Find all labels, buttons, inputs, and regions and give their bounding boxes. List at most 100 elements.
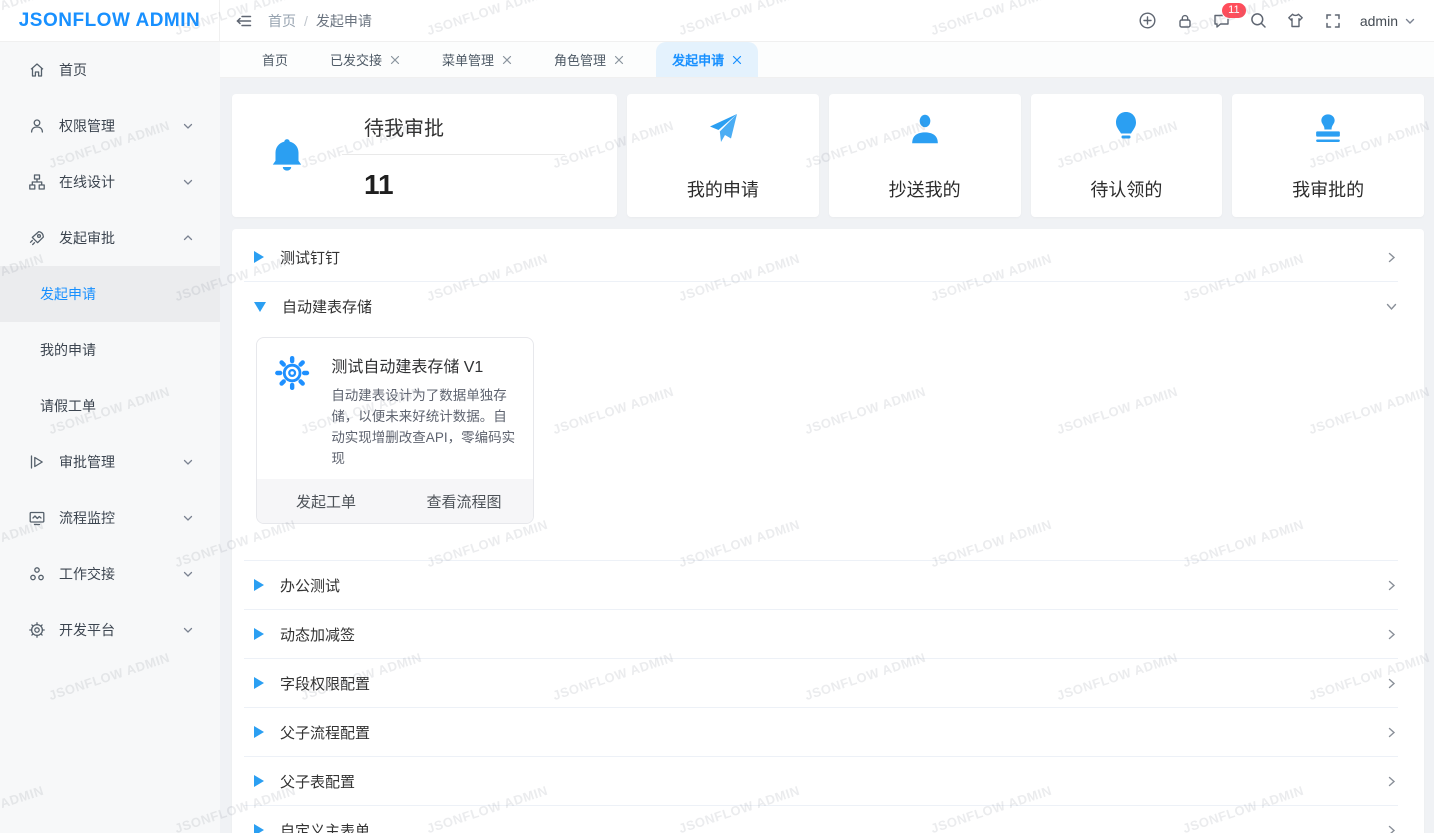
person-icon bbox=[906, 111, 944, 149]
accordion-expanded-content: 测试自动建表存储 V1 自动建表设计为了数据单独存储，以便未来好统计数据。自动实… bbox=[244, 331, 1398, 561]
process-title: 测试自动建表存储 V1 bbox=[331, 353, 519, 377]
accordion-row-label: 动态加减签 bbox=[280, 624, 1385, 645]
view-flowchart-button[interactable]: 查看流程图 bbox=[395, 479, 533, 523]
process-card-footer: 发起工单 查看流程图 bbox=[257, 479, 533, 523]
triangle-right-icon bbox=[254, 579, 264, 591]
chevron-down-icon bbox=[182, 176, 194, 188]
approval-icon bbox=[28, 453, 46, 471]
accordion-row-field-permission[interactable]: 字段权限配置 bbox=[244, 659, 1398, 708]
gear-icon bbox=[28, 621, 46, 639]
sidebar-item-dev-platform[interactable]: 开发平台 bbox=[0, 602, 220, 658]
breadcrumb-home[interactable]: 首页 bbox=[268, 11, 296, 31]
sidebar-subitem-leave-ticket[interactable]: 请假工单 bbox=[0, 378, 220, 434]
sidebar-subitem-initiate-request[interactable]: 发起申请 bbox=[0, 266, 220, 322]
process-description: 自动建表设计为了数据单独存储，以便未来好统计数据。自动实现增删改查API，零编码… bbox=[331, 385, 519, 469]
chevron-right-icon bbox=[1385, 824, 1398, 833]
process-card[interactable]: 测试自动建表存储 V1 自动建表设计为了数据单独存储，以便未来好统计数据。自动实… bbox=[256, 337, 534, 524]
close-icon[interactable] bbox=[614, 55, 624, 65]
accordion-row-parent-child-process[interactable]: 父子流程配置 bbox=[244, 708, 1398, 757]
tab-label: 已发交接 bbox=[330, 50, 382, 69]
process-group-panel: 测试钉钉 自动建表存储 bbox=[232, 229, 1424, 833]
breadcrumb-current: 发起申请 bbox=[316, 11, 372, 31]
sidebar-item-home[interactable]: 首页 bbox=[0, 42, 220, 98]
theme-shirt-icon[interactable] bbox=[1286, 11, 1306, 31]
sidebar-subitem-my-requests[interactable]: 我的申请 bbox=[0, 322, 220, 378]
sidebar-item-label: 审批管理 bbox=[59, 452, 182, 472]
chevron-down-icon bbox=[182, 568, 194, 580]
sidebar-item-label: 工作交接 bbox=[59, 564, 182, 584]
message-icon[interactable]: 11 bbox=[1212, 11, 1232, 31]
tab-label: 首页 bbox=[262, 50, 288, 69]
start-ticket-button[interactable]: 发起工单 bbox=[257, 479, 395, 523]
sidebar-item-label: 发起审批 bbox=[59, 228, 182, 248]
sidebar-item-initiate-approval[interactable]: 发起审批 bbox=[0, 210, 220, 266]
chevron-right-icon bbox=[1385, 775, 1398, 788]
search-icon[interactable] bbox=[1249, 11, 1269, 31]
tab-initiate-request[interactable]: 发起申请 bbox=[656, 42, 758, 77]
accordion-row-label: 父子流程配置 bbox=[280, 722, 1385, 743]
menu-fold-icon[interactable] bbox=[234, 11, 254, 31]
triangle-right-icon bbox=[254, 628, 264, 640]
triangle-down-icon bbox=[254, 302, 266, 312]
card-label: 抄送我的 bbox=[889, 176, 961, 202]
sidebar-item-online-design[interactable]: 在线设计 bbox=[0, 154, 220, 210]
pending-approval-title: 待我审批 bbox=[342, 112, 565, 141]
tab-label: 发起申请 bbox=[672, 50, 724, 69]
lock-icon[interactable] bbox=[1175, 11, 1195, 31]
tab-menu-management[interactable]: 菜单管理 bbox=[432, 42, 522, 77]
accordion-row-parent-child-table[interactable]: 父子表配置 bbox=[244, 757, 1398, 806]
pending-approval-count: 11 bbox=[342, 169, 565, 201]
sidebar-item-approval-management[interactable]: 审批管理 bbox=[0, 434, 220, 490]
page-content: 待我审批 11 我的申请 抄送我的 bbox=[220, 78, 1434, 833]
to-claim-card[interactable]: 待认领的 bbox=[1031, 94, 1223, 217]
app-logo-text: JSONFLOW ADMIN bbox=[19, 10, 201, 32]
chevron-down-icon bbox=[1404, 15, 1416, 27]
card-label: 我的申请 bbox=[687, 176, 759, 202]
sidebar-item-label: 权限管理 bbox=[59, 116, 182, 136]
chevron-up-icon bbox=[182, 232, 194, 244]
accordion-row-dynamic-sign[interactable]: 动态加减签 bbox=[244, 610, 1398, 659]
add-circle-icon[interactable] bbox=[1138, 11, 1158, 31]
chevron-right-icon bbox=[1385, 726, 1398, 739]
pending-approval-card[interactable]: 待我审批 11 bbox=[232, 94, 617, 217]
sidebar: 首页 权限管理 在线设计 发起审批 发起申请 我的申请 请假工单 bbox=[0, 42, 220, 833]
accordion-row-auto-table-storage[interactable]: 自动建表存储 bbox=[244, 282, 1398, 331]
tabbar: 首页 已发交接 菜单管理 角色管理 发起申请 bbox=[220, 42, 1434, 78]
paper-plane-icon bbox=[703, 110, 743, 150]
card-label: 待认领的 bbox=[1090, 176, 1162, 202]
fullscreen-icon[interactable] bbox=[1323, 11, 1343, 31]
accordion-row-label: 字段权限配置 bbox=[280, 673, 1385, 694]
close-icon[interactable] bbox=[390, 55, 400, 65]
stamp-icon bbox=[1309, 111, 1347, 149]
accordion-row-office-test[interactable]: 办公测试 bbox=[244, 561, 1398, 610]
app-logo: JSONFLOW ADMIN bbox=[0, 0, 220, 41]
accordion-row-custom-main-form[interactable]: 自定义主表单 bbox=[244, 806, 1398, 833]
tab-label: 角色管理 bbox=[554, 50, 606, 69]
sidebar-item-label: 在线设计 bbox=[59, 172, 182, 192]
tab-role-management[interactable]: 角色管理 bbox=[544, 42, 634, 77]
accordion-row-label: 测试钉钉 bbox=[280, 247, 1385, 268]
approved-by-me-card[interactable]: 我审批的 bbox=[1232, 94, 1424, 217]
my-requests-card[interactable]: 我的申请 bbox=[627, 94, 819, 217]
user-menu[interactable]: admin bbox=[1360, 13, 1416, 29]
app-header: JSONFLOW ADMIN 首页 / 发起申请 11 bbox=[0, 0, 1434, 42]
accordion-row-label: 自定义主表单 bbox=[280, 820, 1385, 833]
cc-to-me-card[interactable]: 抄送我的 bbox=[829, 94, 1021, 217]
sidebar-item-label: 流程监控 bbox=[59, 508, 182, 528]
sidebar-item-permissions[interactable]: 权限管理 bbox=[0, 98, 220, 154]
gear-icon bbox=[273, 353, 311, 393]
rocket-icon bbox=[28, 229, 46, 247]
chevron-right-icon bbox=[1385, 251, 1398, 264]
sidebar-subitem-label: 发起申请 bbox=[40, 284, 96, 304]
close-icon[interactable] bbox=[732, 55, 742, 65]
tab-home[interactable]: 首页 bbox=[252, 42, 298, 77]
sidebar-item-work-handover[interactable]: 工作交接 bbox=[0, 546, 220, 602]
accordion-row-label: 自动建表存储 bbox=[282, 296, 1385, 317]
sidebar-item-label: 首页 bbox=[59, 60, 194, 80]
tab-sent-handover[interactable]: 已发交接 bbox=[320, 42, 410, 77]
sidebar-item-label: 开发平台 bbox=[59, 620, 182, 640]
accordion-row-dingtalk-test[interactable]: 测试钉钉 bbox=[244, 233, 1398, 282]
sidebar-item-process-monitor[interactable]: 流程监控 bbox=[0, 490, 220, 546]
close-icon[interactable] bbox=[502, 55, 512, 65]
chevron-down-icon bbox=[182, 120, 194, 132]
